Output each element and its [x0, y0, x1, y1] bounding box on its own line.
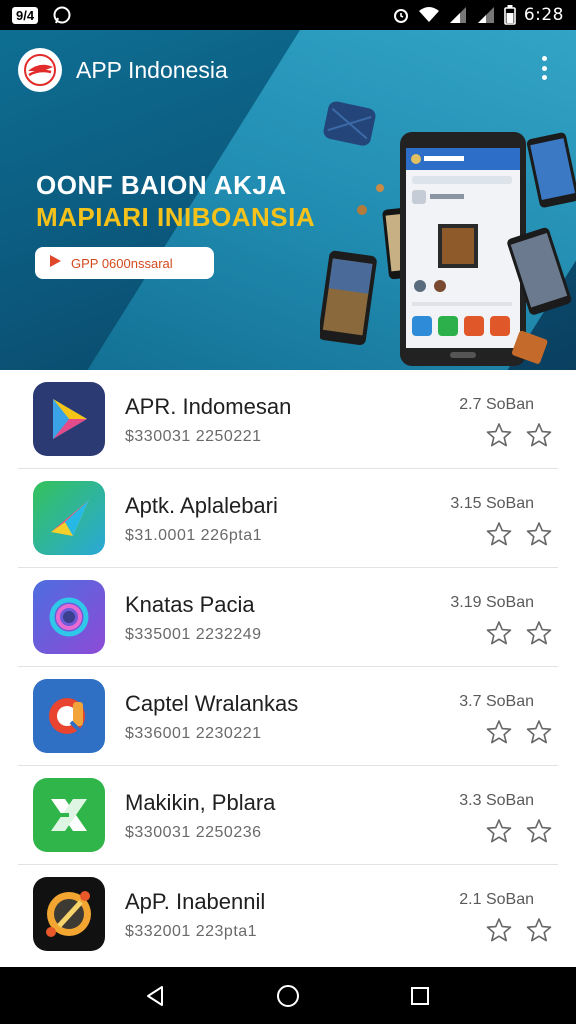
app-rating: 2.1 SoBan: [459, 891, 534, 908]
hero-cta-button[interactable]: GPP 0600nssaral: [35, 247, 214, 279]
app-name: Makikin, Pblara: [125, 790, 276, 815]
app-title: APP Indonesia: [76, 56, 228, 83]
more-vert-icon[interactable]: [534, 56, 554, 80]
star-outline-icon[interactable]: [526, 719, 552, 745]
app-name: Aptk. Aplalebari: [125, 493, 278, 518]
star-outline-icon[interactable]: [486, 818, 512, 844]
rating-stars: [486, 422, 552, 448]
app-header: APP Indonesia: [18, 48, 228, 92]
status-bar: 9/4 6:28: [0, 0, 576, 30]
play-triangle-icon: [33, 382, 105, 456]
search-q-icon: [33, 679, 105, 753]
star-outline-icon[interactable]: [526, 818, 552, 844]
star-outline-icon[interactable]: [486, 521, 512, 547]
notification-badge: 9/4: [12, 6, 39, 24]
clock: 6:28: [523, 5, 564, 25]
star-outline-icon[interactable]: [526, 521, 552, 547]
star-outline-icon[interactable]: [486, 917, 512, 943]
app-rating: 2.7 SoBan: [459, 396, 534, 413]
app-meta: $31.0001 226pta1: [125, 527, 263, 544]
paper-plane-icon: [33, 481, 105, 555]
compass-icon: [33, 877, 105, 951]
recents-square-icon[interactable]: [400, 976, 440, 1016]
star-outline-icon[interactable]: [486, 719, 512, 745]
play-arrow-icon: [47, 253, 63, 274]
app-meta: $330031 2250236: [125, 824, 262, 841]
list-item[interactable]: Captel Wralankas $336001 2230221 3.7 SoB…: [18, 667, 558, 766]
wifi-icon: [418, 6, 440, 24]
app-meta: $335001 2232249: [125, 626, 262, 643]
brand-logo-icon[interactable]: [18, 48, 62, 92]
signal-icon: [448, 6, 468, 24]
app-meta: $330031 2250221: [125, 428, 262, 445]
app-meta: $332001 223pta1: [125, 923, 258, 940]
ring-icon: [33, 580, 105, 654]
list-item[interactable]: Knatas Pacia $335001 2232249 3.19 SoBan: [18, 568, 558, 667]
back-triangle-icon[interactable]: [136, 976, 176, 1016]
home-circle-icon[interactable]: [268, 976, 308, 1016]
app-meta: $336001 2230221: [125, 725, 262, 742]
signal-icon-2: [476, 6, 496, 24]
rating-stars: [486, 620, 552, 646]
hero-subheadline: MAPIARI INIBOANSIA: [36, 202, 316, 232]
rating-stars: [486, 818, 552, 844]
hero-banner[interactable]: APP Indonesia OONF BAION AKJA MAPIARI IN…: [0, 30, 576, 370]
list-item[interactable]: Aptk. Aplalebari $31.0001 226pta1 3.15 S…: [18, 469, 558, 568]
list-item[interactable]: Makikin, Pblara $330031 2250236 3.3 SoBa…: [18, 766, 558, 865]
app-name: ApP. Inabennil: [125, 889, 266, 914]
app-name: Captel Wralankas: [125, 691, 299, 716]
star-outline-icon[interactable]: [486, 620, 512, 646]
star-outline-icon[interactable]: [486, 422, 512, 448]
app-name: Knatas Pacia: [125, 592, 255, 617]
battery-icon: [504, 5, 516, 25]
list-item[interactable]: ApP. Inabennil $332001 223pta1 2.1 SoBan: [18, 865, 558, 964]
hero-phones-illustration: [320, 101, 576, 366]
app-rating: 3.19 SoBan: [450, 594, 534, 611]
app-rating: 3.15 SoBan: [450, 495, 534, 512]
app-rating: 3.7 SoBan: [459, 693, 534, 710]
app-rating: 3.3 SoBan: [459, 792, 534, 809]
app-list: APR. Indomesan $330031 2250221 2.7 SoBan…: [0, 370, 576, 967]
list-item[interactable]: APR. Indomesan $330031 2250221 2.7 SoBan: [18, 370, 558, 469]
hero-headline: OONF BAION AKJA: [36, 170, 287, 200]
star-outline-icon[interactable]: [526, 620, 552, 646]
rating-stars: [486, 719, 552, 745]
x-mark-icon: [33, 778, 105, 852]
alarm-icon: [392, 6, 410, 24]
rating-stars: [486, 917, 552, 943]
app-name: APR. Indomesan: [125, 394, 292, 419]
rating-stars: [486, 521, 552, 547]
star-outline-icon[interactable]: [526, 917, 552, 943]
whatsapp-icon: [52, 5, 72, 25]
system-nav-bar: [0, 967, 576, 1024]
hero-cta-label: GPP 0600nssaral: [71, 255, 173, 271]
star-outline-icon[interactable]: [526, 422, 552, 448]
